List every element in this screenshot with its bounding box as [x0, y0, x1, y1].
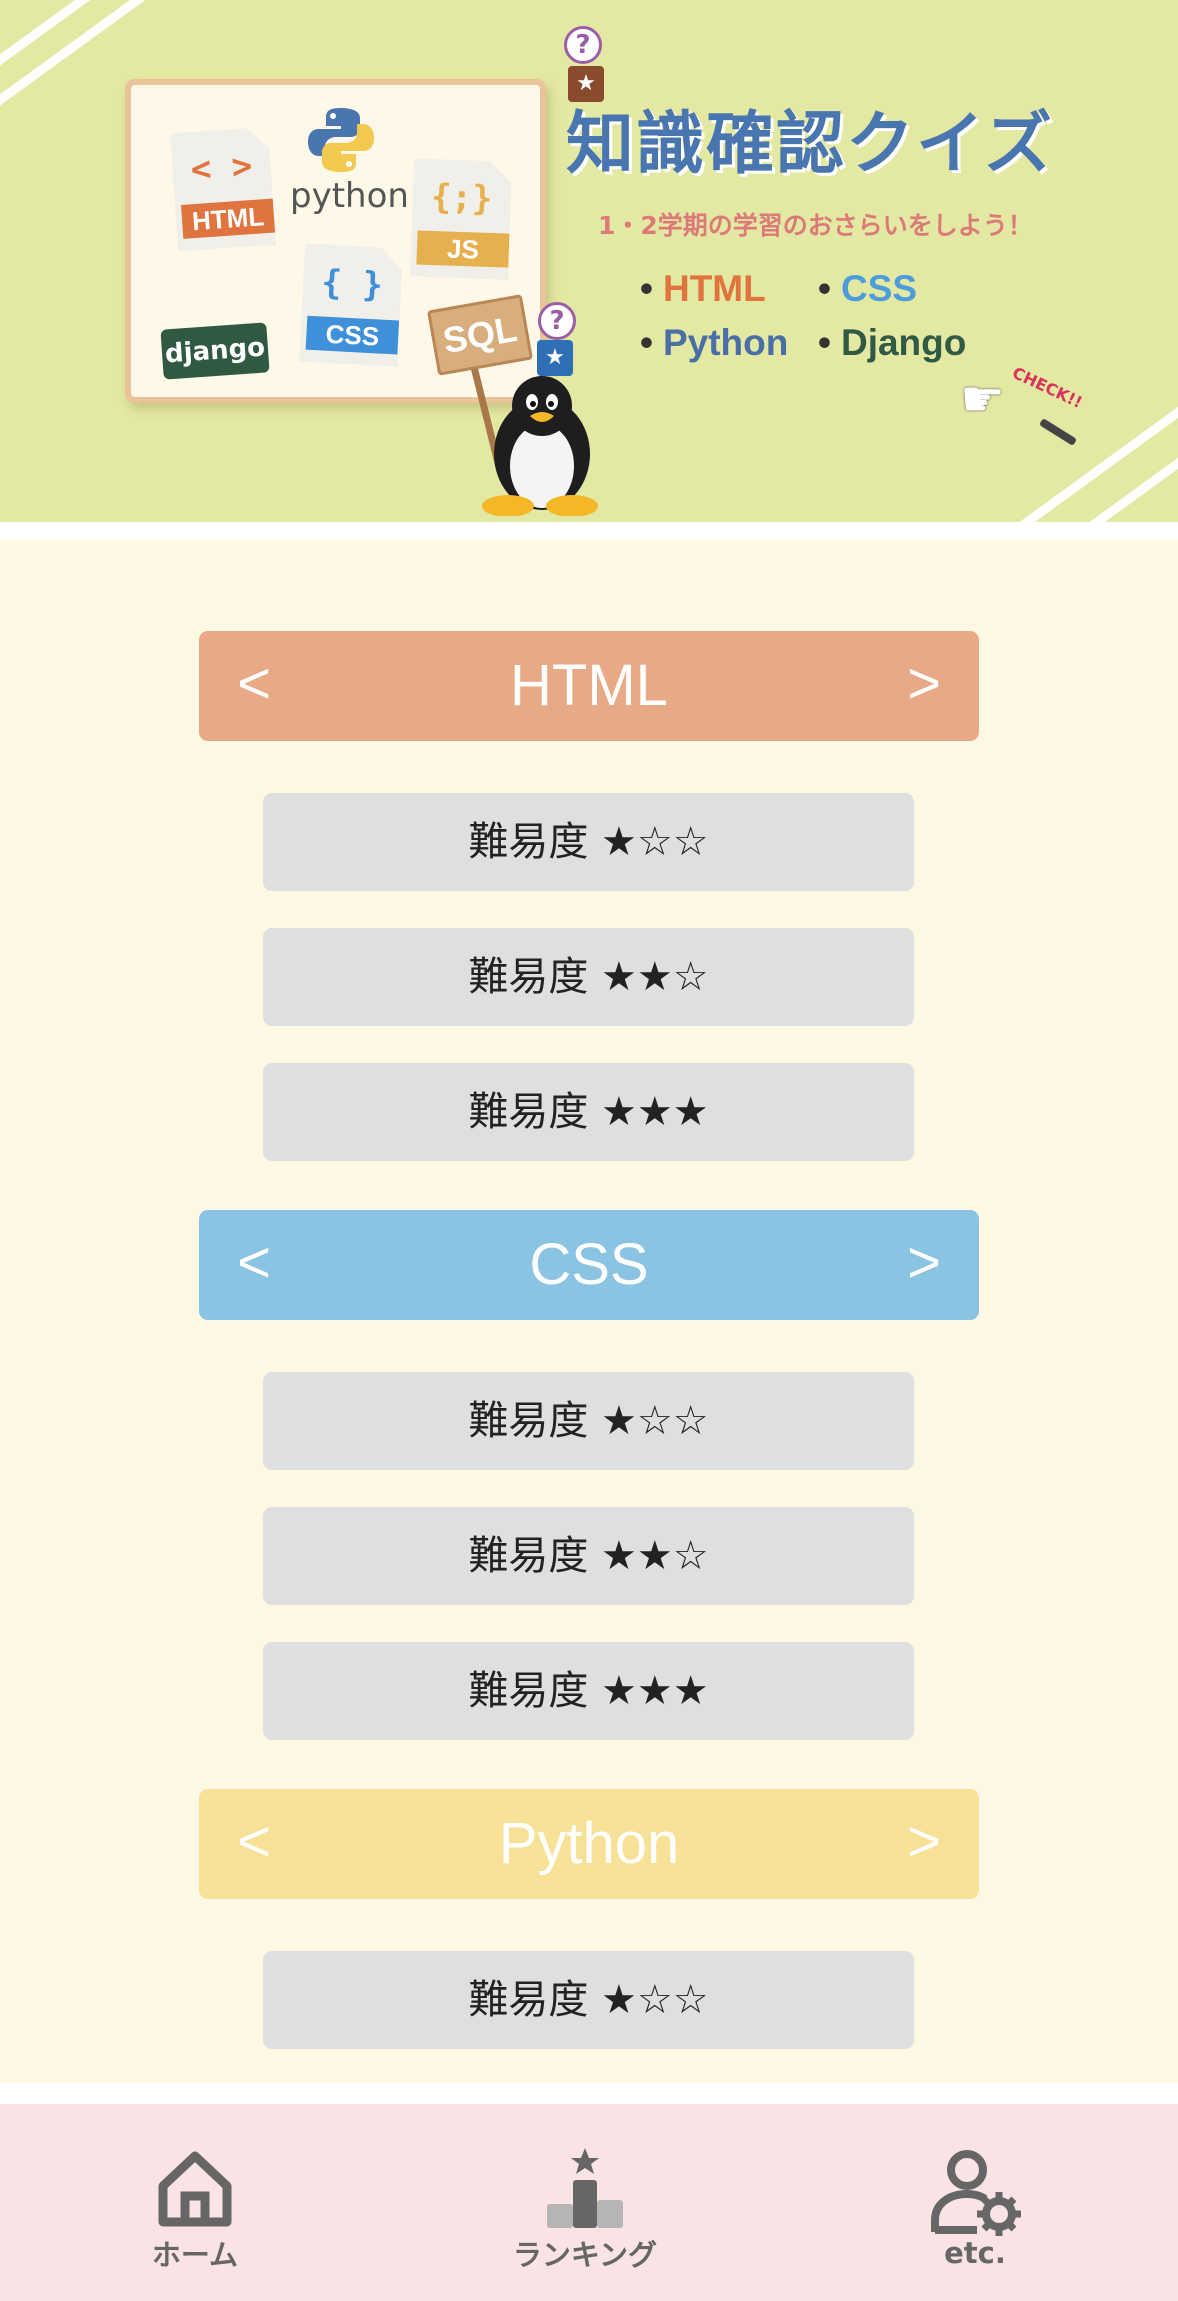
question-mark-icon: ? — [538, 302, 576, 340]
nav-etc-label: etc. — [944, 2236, 1006, 2270]
js-file-icon: {;} JS — [410, 158, 512, 279]
user-settings-icon — [931, 2150, 1021, 2236]
nav-etc[interactable]: etc. — [880, 2104, 1070, 2301]
css-file-icon: { } CSS — [299, 244, 403, 367]
python-wordmark: python — [290, 176, 409, 216]
html-level-3-button[interactable]: 難易度 ★★★ — [263, 1063, 914, 1161]
category-header-html: < HTML > — [199, 631, 979, 741]
prev-category-button[interactable]: < — [214, 1789, 294, 1899]
topic-python: • Python — [640, 322, 789, 363]
penguin-hat-icon: ★ — [537, 340, 573, 376]
topic-html: • HTML — [640, 268, 766, 309]
python-logo-icon — [308, 108, 374, 172]
title-question-mark-icon: ? — [564, 26, 602, 64]
html-level-2-button[interactable]: 難易度 ★★☆ — [263, 928, 914, 1026]
pointer-stick — [1038, 418, 1078, 446]
html-file-icon: < > HTML — [170, 127, 276, 252]
bottom-navigation: ホーム ランキング etc. — [0, 2104, 1178, 2301]
python-level-1-button[interactable]: 難易度 ★☆☆ — [263, 1951, 914, 2049]
category-header-css: < CSS > — [199, 1210, 979, 1320]
next-category-button[interactable]: > — [884, 1210, 964, 1320]
page-title: 知識確認クイズ — [566, 104, 1054, 184]
css-level-3-button[interactable]: 難易度 ★★★ — [263, 1642, 914, 1740]
prev-category-button[interactable]: < — [214, 1210, 294, 1320]
category-title: HTML — [510, 653, 668, 718]
pointing-hand-icon: ☛ — [960, 370, 1005, 428]
category-title: CSS — [529, 1232, 649, 1297]
banner-stripe — [1007, 378, 1178, 522]
css-level-2-button[interactable]: 難易度 ★★☆ — [263, 1507, 914, 1605]
css-level-1-button[interactable]: 難易度 ★☆☆ — [263, 1372, 914, 1470]
page-subtitle: 1・2学期の学習のおさらいをしよう！ — [598, 211, 1033, 240]
nav-home[interactable]: ホーム — [100, 2104, 290, 2301]
check-label: CHECK!! — [1009, 363, 1086, 412]
category-title: Python — [498, 1811, 680, 1876]
django-logo: django — [160, 322, 270, 380]
nav-home-label: ホーム — [151, 2238, 239, 2272]
next-category-button[interactable]: > — [884, 631, 964, 741]
ranking-podium-icon — [547, 2148, 623, 2228]
topic-css: • CSS — [818, 268, 918, 309]
home-icon — [158, 2151, 232, 2227]
nav-ranking-label: ランキング — [512, 2238, 658, 2272]
topic-django: • Django — [818, 322, 967, 363]
html-level-1-button[interactable]: 難易度 ★☆☆ — [263, 793, 914, 891]
hero-banner: < > HTML python {;} JS { } CSS django SQ… — [0, 0, 1178, 522]
category-header-python: < Python > — [199, 1789, 979, 1899]
next-category-button[interactable]: > — [884, 1789, 964, 1899]
quiz-menu: < HTML > 難易度 ★☆☆ 難易度 ★★☆ 難易度 ★★★ < CSS >… — [0, 540, 1178, 2083]
nav-ranking[interactable]: ランキング — [480, 2104, 690, 2301]
prev-category-button[interactable]: < — [214, 631, 294, 741]
penguin-mascot-icon — [482, 376, 598, 516]
